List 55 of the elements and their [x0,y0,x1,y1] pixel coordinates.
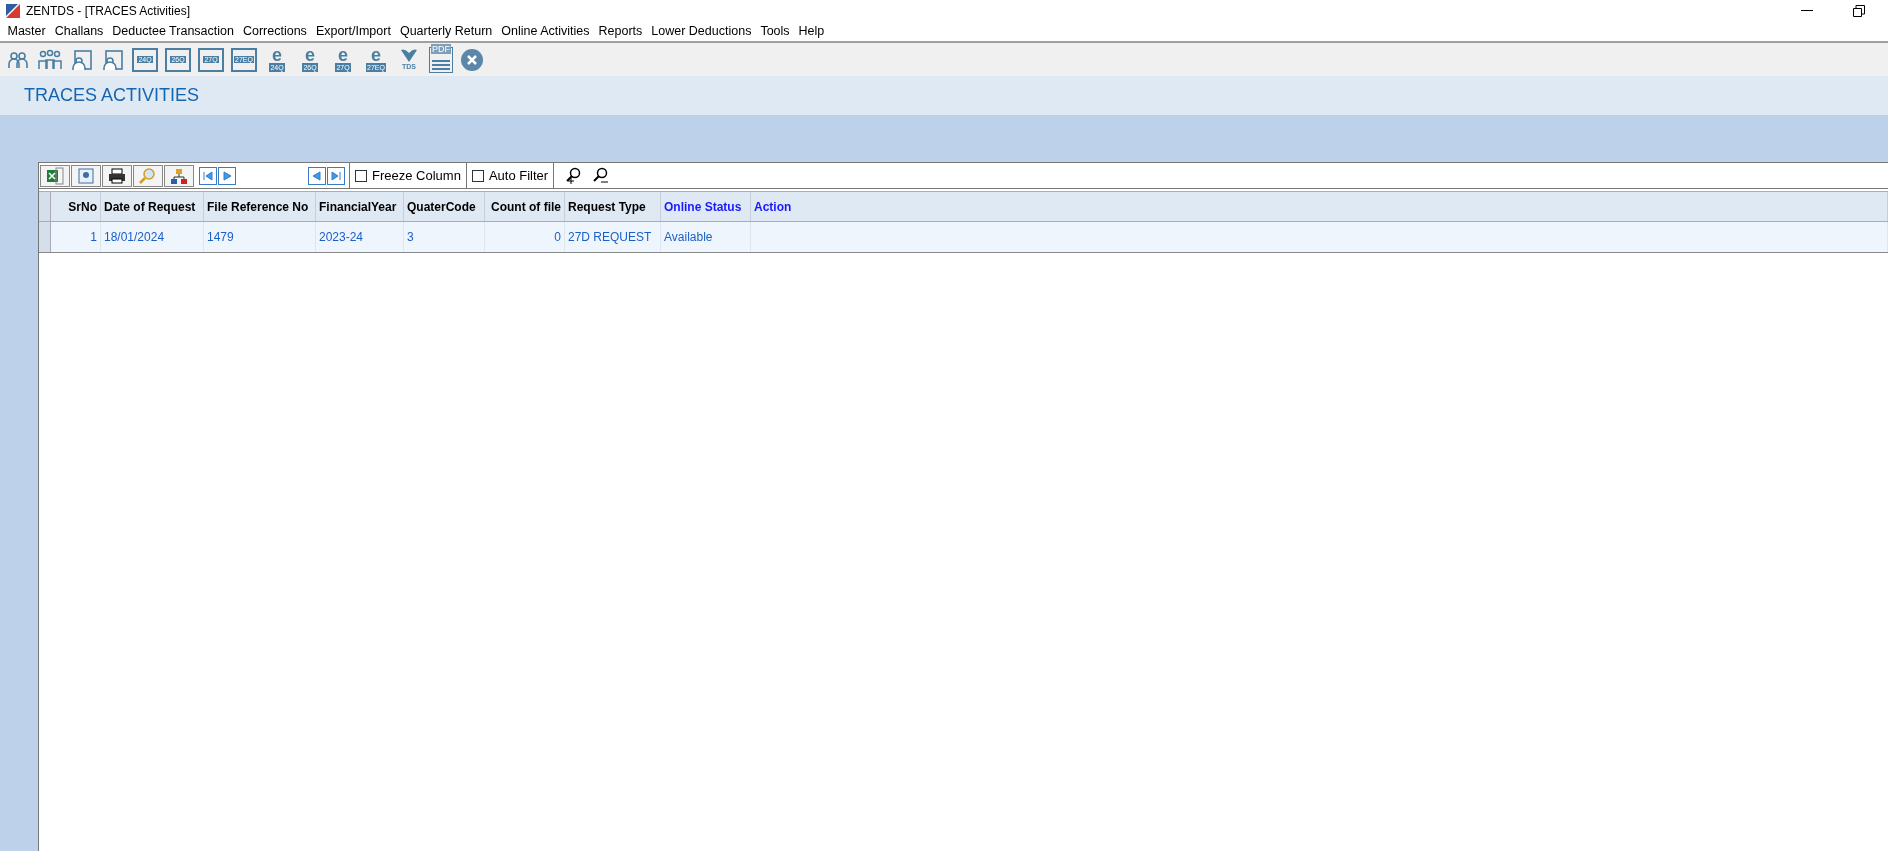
last-record-button[interactable] [327,166,345,185]
column-header[interactable]: QuaterCode [404,192,485,221]
csv-export-button[interactable] [71,164,101,187]
table-cell: 0 [485,222,565,252]
checkbox[interactable] [355,169,367,182]
column-header[interactable]: Count of file [485,192,565,221]
column-header[interactable]: File Reference No [204,192,316,221]
first-icon[interactable] [203,170,213,181]
hierarchy-icon[interactable] [170,167,188,184]
excel-export-button[interactable] [40,164,70,187]
column-header[interactable]: SrNo [51,192,101,221]
close-icon[interactable] [460,47,484,72]
first-record-button[interactable] [199,166,217,185]
table-cell: 27D REQUEST [565,222,661,252]
column-header[interactable]: Date of Request [101,192,204,221]
restore-icon[interactable] [1853,5,1865,17]
window-title: ZENTDS - [TRACES Activities] [26,3,191,20]
menu-item[interactable]: Challans [50,22,108,41]
menu-item[interactable]: Online Activities [496,22,595,41]
column-header[interactable]: Action [751,192,1888,221]
table-cell: Available [661,222,751,252]
checkbox-option[interactable]: Freeze Column [350,163,467,188]
menu-item[interactable]: Export/Import [311,22,396,41]
play-icon[interactable] [222,170,232,181]
menu-item[interactable]: Reports [594,22,647,41]
zoom-out-button[interactable] [592,166,611,185]
minimize-icon[interactable] [1801,10,1813,12]
column-header[interactable]: Request Type [565,192,661,221]
table-cell: 3 [404,222,485,252]
app-logo-icon [6,4,20,18]
menu-item[interactable]: Quarterly Return [395,22,497,41]
last-icon[interactable] [331,170,341,181]
hierarchy-button[interactable] [164,164,194,187]
back-icon[interactable] [312,170,322,181]
checkbox[interactable] [471,169,484,182]
menu-item[interactable]: Tools [755,22,795,41]
menu-item[interactable]: Corrections [238,22,312,41]
next-record-button[interactable] [218,166,236,185]
table-cell: 1 [51,222,101,252]
person-form-icon[interactable] [70,47,94,72]
menu-item[interactable]: Master [3,22,51,41]
checkbox-option[interactable]: Auto Filter [466,163,555,188]
previous-record-button[interactable] [308,166,326,185]
menu-item[interactable]: Deductee Transaction [107,22,239,41]
table-cell: 18/01/2024 [101,222,204,252]
print-button[interactable] [102,164,132,187]
group-icon[interactable] [37,47,63,72]
column-header[interactable]: FinancialYear [316,192,404,221]
page-title: TRACES ACTIVITIES [24,84,200,107]
menu-item[interactable]: Help [794,22,829,41]
menu-item[interactable]: Lower Deductions [646,22,756,41]
person-form-icon[interactable] [101,47,125,72]
table-cell: 1479 [204,222,316,252]
column-header[interactable]: Online Status [661,192,751,221]
table-cell: 2023-24 [316,222,404,252]
